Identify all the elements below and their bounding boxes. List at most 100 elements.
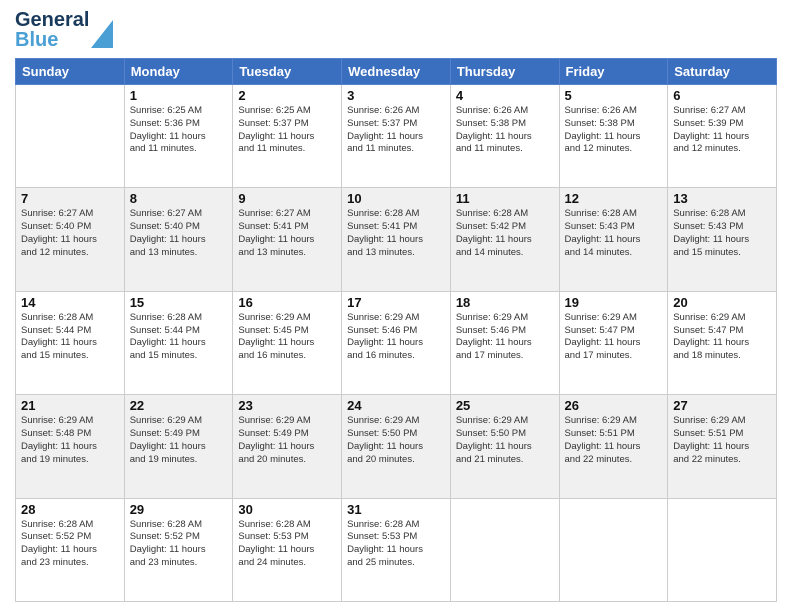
- day-number: 16: [238, 295, 336, 310]
- col-header-friday: Friday: [559, 59, 668, 85]
- calendar-cell: 3Sunrise: 6:26 AM Sunset: 5:37 PM Daylig…: [342, 85, 451, 188]
- calendar-cell: 10 Sunrise: 6:28 AM Sunset: 5:41 PM Dayli…: [342, 188, 451, 291]
- day-info: Sunrise: 6:29 AM Sunset: 5:48 PM Dayligh…: [21, 415, 119, 466]
- calendar-cell: 2Sunrise: 6:25 AM Sunset: 5:37 PM Daylig…: [233, 85, 342, 188]
- calendar-cell: 26 Sunrise: 6:29 AM Sunset: 5:51 PM Dayli…: [559, 395, 668, 498]
- day-info: Sunrise: 6:29 AM Sunset: 5:49 PM Dayligh…: [130, 415, 228, 466]
- day-number: 5: [565, 88, 663, 103]
- calendar-week-row: 7 Sunrise: 6:27 AM Sunset: 5:40 PM Daylig…: [16, 188, 777, 291]
- calendar-week-row: 1 Sunrise: 6:25 AM Sunset: 5:36 PM Daylig…: [16, 85, 777, 188]
- col-header-thursday: Thursday: [450, 59, 559, 85]
- calendar-cell: [559, 498, 668, 601]
- day-info: Sunrise: 6:27 AM Sunset: 5:39 PM Dayligh…: [673, 105, 771, 156]
- day-number: 12: [565, 191, 663, 206]
- logo: GeneralBlue: [15, 10, 113, 50]
- day-info: Sunrise: 6:29 AM Sunset: 5:51 PM Dayligh…: [565, 415, 663, 466]
- day-number: 7: [21, 191, 119, 206]
- logo-triangle-icon: [91, 20, 113, 48]
- day-number: 26: [565, 398, 663, 413]
- day-number: 25: [456, 398, 554, 413]
- calendar-cell: 22Sunrise: 6:29 AM Sunset: 5:49 PM Dayli…: [124, 395, 233, 498]
- day-number: 11: [456, 191, 554, 206]
- day-info: Sunrise: 6:29 AM Sunset: 5:47 PM Dayligh…: [565, 312, 663, 363]
- day-number: 21: [21, 398, 119, 413]
- calendar-week-row: 14 Sunrise: 6:28 AM Sunset: 5:44 PM Dayli…: [16, 291, 777, 394]
- calendar-cell: 18 Sunrise: 6:29 AM Sunset: 5:46 PM Dayli…: [450, 291, 559, 394]
- day-number: 8: [130, 191, 228, 206]
- day-number: 17: [347, 295, 445, 310]
- calendar-table: SundayMondayTuesdayWednesdayThursdayFrid…: [15, 58, 777, 602]
- day-info: Sunrise: 6:29 AM Sunset: 5:47 PM Dayligh…: [673, 312, 771, 363]
- calendar-cell: 25 Sunrise: 6:29 AM Sunset: 5:50 PM Dayli…: [450, 395, 559, 498]
- day-number: 13: [673, 191, 771, 206]
- calendar-cell: 7 Sunrise: 6:27 AM Sunset: 5:40 PM Daylig…: [16, 188, 125, 291]
- day-info: Sunrise: 6:28 AM Sunset: 5:53 PM Dayligh…: [347, 519, 445, 570]
- calendar-cell: 11 Sunrise: 6:28 AM Sunset: 5:42 PM Dayli…: [450, 188, 559, 291]
- day-number: 28: [21, 502, 119, 517]
- day-number: 10: [347, 191, 445, 206]
- calendar-cell: 5Sunrise: 6:26 AM Sunset: 5:38 PM Daylig…: [559, 85, 668, 188]
- calendar-cell: 28 Sunrise: 6:28 AM Sunset: 5:52 PM Dayli…: [16, 498, 125, 601]
- day-info: Sunrise: 6:29 AM Sunset: 5:50 PM Dayligh…: [347, 415, 445, 466]
- day-number: 3: [347, 88, 445, 103]
- day-info: Sunrise: 6:29 AM Sunset: 5:49 PM Dayligh…: [238, 415, 336, 466]
- calendar-cell: 31 Sunrise: 6:28 AM Sunset: 5:53 PM Dayli…: [342, 498, 451, 601]
- day-info: Sunrise: 6:28 AM Sunset: 5:43 PM Dayligh…: [565, 208, 663, 259]
- day-info: Sunrise: 6:27 AM Sunset: 5:40 PM Dayligh…: [130, 208, 228, 259]
- calendar-cell: 30 Sunrise: 6:28 AM Sunset: 5:53 PM Dayli…: [233, 498, 342, 601]
- day-info: Sunrise: 6:28 AM Sunset: 5:52 PM Dayligh…: [130, 519, 228, 570]
- calendar-cell: 4Sunrise: 6:26 AM Sunset: 5:38 PM Daylig…: [450, 85, 559, 188]
- day-info: Sunrise: 6:28 AM Sunset: 5:43 PM Dayligh…: [673, 208, 771, 259]
- day-number: 18: [456, 295, 554, 310]
- day-number: 14: [21, 295, 119, 310]
- calendar-week-row: 21 Sunrise: 6:29 AM Sunset: 5:48 PM Dayli…: [16, 395, 777, 498]
- day-number: 4: [456, 88, 554, 103]
- day-info: Sunrise: 6:28 AM Sunset: 5:44 PM Dayligh…: [130, 312, 228, 363]
- calendar-cell: 8 Sunrise: 6:27 AM Sunset: 5:40 PM Daylig…: [124, 188, 233, 291]
- day-number: 15: [130, 295, 228, 310]
- col-header-monday: Monday: [124, 59, 233, 85]
- day-info: Sunrise: 6:28 AM Sunset: 5:52 PM Dayligh…: [21, 519, 119, 570]
- calendar-cell: 13 Sunrise: 6:28 AM Sunset: 5:43 PM Dayli…: [668, 188, 777, 291]
- day-info: Sunrise: 6:28 AM Sunset: 5:53 PM Dayligh…: [238, 519, 336, 570]
- page: GeneralBlue SundayMondayTuesdayWednesday…: [0, 0, 792, 612]
- calendar-cell: [450, 498, 559, 601]
- calendar-cell: 20 Sunrise: 6:29 AM Sunset: 5:47 PM Dayli…: [668, 291, 777, 394]
- day-number: 31: [347, 502, 445, 517]
- calendar-week-row: 28 Sunrise: 6:28 AM Sunset: 5:52 PM Dayli…: [16, 498, 777, 601]
- day-info: Sunrise: 6:29 AM Sunset: 5:50 PM Dayligh…: [456, 415, 554, 466]
- day-number: 23: [238, 398, 336, 413]
- day-number: 2: [238, 88, 336, 103]
- day-number: 27: [673, 398, 771, 413]
- day-number: 30: [238, 502, 336, 517]
- calendar-cell: 16 Sunrise: 6:29 AM Sunset: 5:45 PM Dayli…: [233, 291, 342, 394]
- day-info: Sunrise: 6:28 AM Sunset: 5:41 PM Dayligh…: [347, 208, 445, 259]
- calendar-cell: 15 Sunrise: 6:28 AM Sunset: 5:44 PM Dayli…: [124, 291, 233, 394]
- day-info: Sunrise: 6:29 AM Sunset: 5:46 PM Dayligh…: [456, 312, 554, 363]
- calendar-cell: 17Sunrise: 6:29 AM Sunset: 5:46 PM Dayli…: [342, 291, 451, 394]
- day-info: Sunrise: 6:29 AM Sunset: 5:51 PM Dayligh…: [673, 415, 771, 466]
- calendar-cell: 12 Sunrise: 6:28 AM Sunset: 5:43 PM Dayli…: [559, 188, 668, 291]
- day-number: 6: [673, 88, 771, 103]
- day-info: Sunrise: 6:29 AM Sunset: 5:45 PM Dayligh…: [238, 312, 336, 363]
- day-info: Sunrise: 6:25 AM Sunset: 5:36 PM Dayligh…: [130, 105, 228, 156]
- day-info: Sunrise: 6:27 AM Sunset: 5:40 PM Dayligh…: [21, 208, 119, 259]
- day-number: 9: [238, 191, 336, 206]
- day-number: 1: [130, 88, 228, 103]
- day-info: Sunrise: 6:28 AM Sunset: 5:42 PM Dayligh…: [456, 208, 554, 259]
- header: GeneralBlue: [15, 10, 777, 50]
- day-info: Sunrise: 6:28 AM Sunset: 5:44 PM Dayligh…: [21, 312, 119, 363]
- logo-blue: Blue: [15, 29, 58, 51]
- col-header-tuesday: Tuesday: [233, 59, 342, 85]
- calendar-cell: 23 Sunrise: 6:29 AM Sunset: 5:49 PM Dayli…: [233, 395, 342, 498]
- calendar-cell: 21 Sunrise: 6:29 AM Sunset: 5:48 PM Dayli…: [16, 395, 125, 498]
- calendar-cell: 14 Sunrise: 6:28 AM Sunset: 5:44 PM Dayli…: [16, 291, 125, 394]
- calendar-cell: 27 Sunrise: 6:29 AM Sunset: 5:51 PM Dayli…: [668, 395, 777, 498]
- calendar-cell: 1 Sunrise: 6:25 AM Sunset: 5:36 PM Daylig…: [124, 85, 233, 188]
- logo-text: GeneralBlue: [15, 10, 89, 50]
- col-header-sunday: Sunday: [16, 59, 125, 85]
- calendar-cell: [16, 85, 125, 188]
- calendar-cell: [668, 498, 777, 601]
- day-number: 29: [130, 502, 228, 517]
- day-number: 20: [673, 295, 771, 310]
